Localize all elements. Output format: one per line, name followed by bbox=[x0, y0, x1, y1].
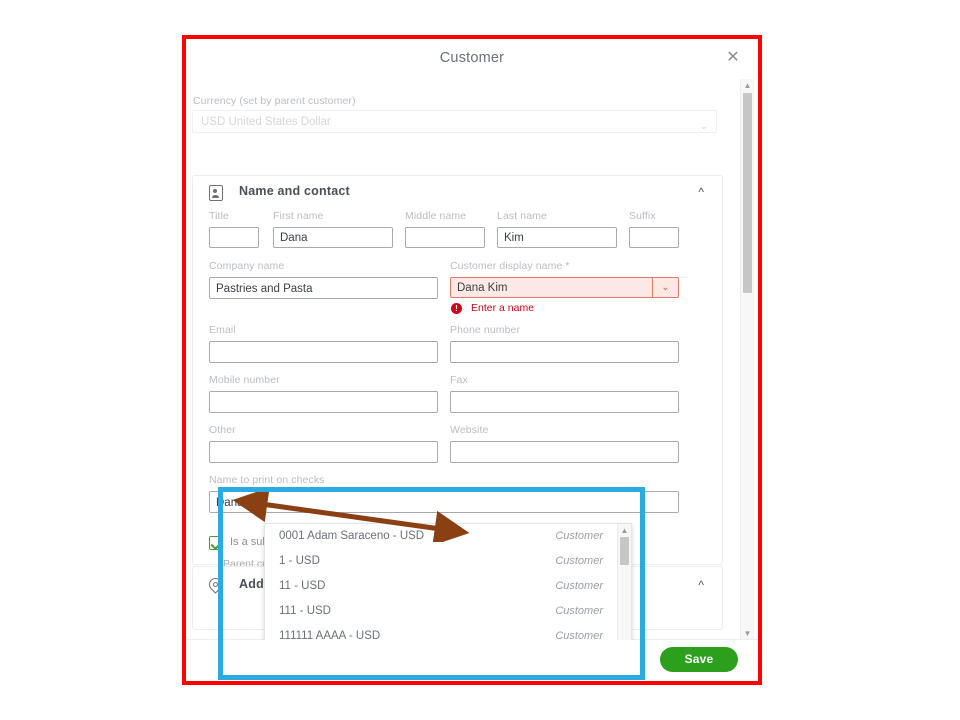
triangle-up-icon[interactable]: ▲ bbox=[620, 526, 629, 535]
other-field-group: Other bbox=[209, 424, 438, 463]
last-name-input[interactable]: Kim bbox=[497, 227, 617, 248]
display-name-field-group: Customer display name * Dana Kim ⌄ ! Ent… bbox=[450, 260, 679, 316]
currency-field-group: Currency (set by parent customer) USD Un… bbox=[192, 95, 717, 133]
display-name-error-text: Enter a name bbox=[471, 302, 535, 314]
other-input[interactable] bbox=[209, 441, 438, 463]
title-field-group: Title bbox=[209, 210, 259, 248]
list-item-type: Customer bbox=[555, 630, 603, 640]
name-and-contact-header[interactable]: Name and contact ^ bbox=[193, 176, 722, 210]
list-item-type: Customer bbox=[555, 580, 603, 592]
middle-name-label: Middle name bbox=[405, 210, 467, 222]
middle-name-input[interactable] bbox=[405, 227, 485, 248]
modal-scrollbar-thumb[interactable] bbox=[743, 93, 752, 293]
phone-number-label: Phone number bbox=[450, 324, 521, 336]
mobile-number-label: Mobile number bbox=[209, 374, 280, 386]
suffix-input[interactable] bbox=[629, 227, 679, 248]
company-name-label: Company name bbox=[209, 260, 285, 272]
phone-number-field-group: Phone number bbox=[450, 324, 679, 363]
name-and-contact-card: Name and contact ^ Title First name Dana… bbox=[192, 175, 723, 596]
website-field-group: Website bbox=[450, 424, 679, 463]
company-name-field-group: Company name Pastries and Pasta bbox=[209, 260, 438, 299]
display-name-value: Dana Kim bbox=[457, 282, 508, 294]
error-exclamation-icon: ! bbox=[451, 303, 462, 314]
triangle-down-icon[interactable]: ▼ bbox=[743, 629, 752, 638]
first-name-input[interactable]: Dana bbox=[273, 227, 393, 248]
middle-name-field-group: Middle name bbox=[405, 210, 485, 248]
currency-value: USD United States Dollar bbox=[201, 116, 331, 128]
suffix-label: Suffix bbox=[629, 210, 656, 222]
fax-field-group: Fax bbox=[450, 374, 679, 413]
title-input[interactable] bbox=[209, 227, 259, 248]
save-button[interactable]: Save bbox=[660, 647, 738, 672]
chevron-up-icon[interactable]: ^ bbox=[698, 185, 704, 199]
list-item-type: Customer bbox=[555, 555, 603, 567]
company-name-input[interactable]: Pastries and Pasta bbox=[209, 277, 438, 299]
email-input[interactable] bbox=[209, 341, 438, 363]
list-item[interactable]: 0001 Adam Saraceno - USD Customer bbox=[265, 524, 631, 549]
location-pin-icon bbox=[206, 575, 225, 594]
list-item[interactable]: 1 - USD Customer bbox=[265, 549, 631, 574]
fax-input[interactable] bbox=[450, 391, 679, 413]
dropdown-scrollbar[interactable]: ▲ bbox=[617, 524, 631, 640]
phone-number-input[interactable] bbox=[450, 341, 679, 363]
website-input[interactable] bbox=[450, 441, 679, 463]
modal-scrollbar[interactable]: ▲ ▼ bbox=[740, 79, 754, 640]
close-icon[interactable]: ✕ bbox=[724, 49, 742, 67]
list-item[interactable]: 111 - USD Customer bbox=[265, 599, 631, 624]
email-label: Email bbox=[209, 324, 236, 336]
name-row: Title First name Dana Middle name Last n… bbox=[209, 210, 706, 250]
list-item-type: Customer bbox=[555, 605, 603, 617]
list-item-name: 111 - USD bbox=[279, 605, 331, 617]
title-label: Title bbox=[209, 210, 229, 222]
email-phone-row: Email Phone number bbox=[209, 324, 706, 364]
list-item[interactable]: 11 - USD Customer bbox=[265, 574, 631, 599]
first-name-field-group: First name Dana bbox=[273, 210, 393, 248]
list-item-name: 1 - USD bbox=[279, 555, 320, 567]
name-on-checks-input[interactable]: Dana Kim bbox=[209, 491, 679, 513]
other-label: Other bbox=[209, 424, 236, 436]
list-item-name: 11 - USD bbox=[279, 580, 326, 592]
mobile-fax-row: Mobile number Fax bbox=[209, 374, 706, 414]
mobile-number-field-group: Mobile number bbox=[209, 374, 438, 413]
checks-row: Name to print on checks Dana Kim bbox=[209, 474, 706, 513]
other-website-row: Other Website bbox=[209, 424, 706, 464]
contact-card-icon bbox=[209, 185, 223, 201]
email-field-group: Email bbox=[209, 324, 438, 363]
modal-body: Currency (set by parent customer) USD Un… bbox=[186, 79, 758, 640]
name-and-contact-title: Name and contact bbox=[239, 184, 350, 198]
page-title: Customer bbox=[439, 50, 505, 66]
display-name-label: Customer display name * bbox=[450, 260, 570, 272]
first-name-label: First name bbox=[273, 210, 324, 222]
name-on-checks-field-group: Name to print on checks Dana Kim bbox=[209, 474, 679, 513]
list-item[interactable]: 111111 AAAA - USD Customer bbox=[265, 624, 631, 640]
sub-customer-checkbox[interactable] bbox=[209, 536, 223, 550]
last-name-field-group: Last name Kim bbox=[497, 210, 617, 248]
modal-header: Customer ✕ bbox=[186, 39, 758, 80]
list-item-name: 111111 AAAA - USD bbox=[279, 630, 381, 640]
currency-label: Currency (set by parent customer) bbox=[193, 95, 356, 107]
suffix-field-group: Suffix bbox=[629, 210, 679, 248]
list-item-name: 0001 Adam Saraceno - USD bbox=[279, 530, 425, 542]
chevron-up-icon[interactable]: ^ bbox=[698, 578, 704, 592]
parent-customer-dropdown[interactable]: 0001 Adam Saraceno - USD Customer 1 - US… bbox=[264, 523, 632, 640]
website-label: Website bbox=[450, 424, 489, 436]
list-item-type: Customer bbox=[555, 530, 603, 542]
chevron-down-icon[interactable]: ⌄ bbox=[700, 115, 708, 138]
name-on-checks-label: Name to print on checks bbox=[209, 474, 325, 486]
name-and-contact-body: Title First name Dana Middle name Last n… bbox=[193, 210, 722, 536]
display-name-error: ! Enter a name bbox=[450, 302, 679, 316]
fax-label: Fax bbox=[450, 374, 468, 386]
currency-input[interactable]: USD United States Dollar ⌄ bbox=[192, 110, 717, 133]
dropdown-scrollbar-thumb[interactable] bbox=[620, 537, 629, 565]
last-name-label: Last name bbox=[497, 210, 547, 222]
customer-modal: Customer ✕ Currency (set by parent custo… bbox=[186, 39, 758, 681]
company-display-row: Company name Pastries and Pasta Customer… bbox=[209, 260, 706, 314]
triangle-up-icon[interactable]: ▲ bbox=[743, 81, 752, 90]
display-name-input[interactable]: Dana Kim ⌄ bbox=[450, 277, 679, 298]
mobile-number-input[interactable] bbox=[209, 391, 438, 413]
chevron-down-icon[interactable]: ⌄ bbox=[652, 278, 678, 297]
modal-footer: Save bbox=[186, 639, 758, 681]
